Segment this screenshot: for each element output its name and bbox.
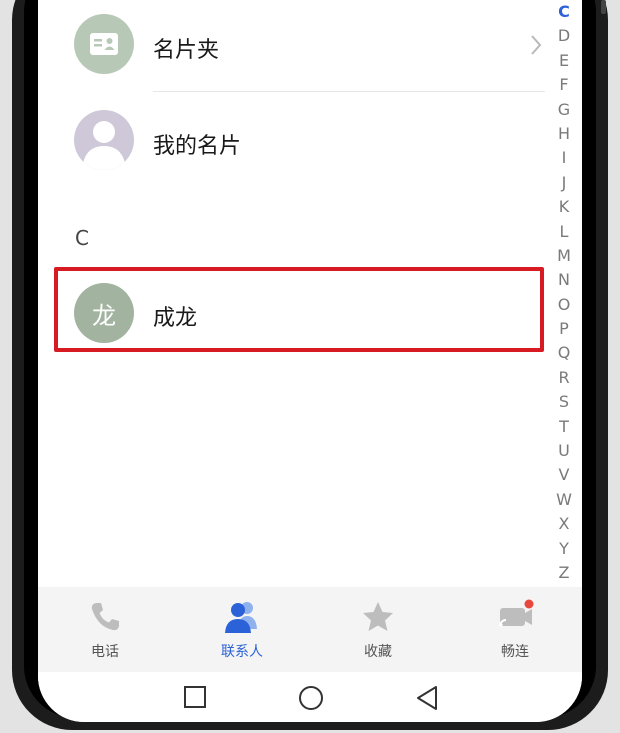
tab-contacts-label: 联系人 xyxy=(221,644,263,660)
index-letter-l[interactable]: L xyxy=(552,220,576,244)
my-card-label: 我的名片 xyxy=(153,134,242,159)
bottom-tab-bar: 电话 联系人 收藏 畅连 xyxy=(38,587,582,672)
back-icon[interactable] xyxy=(415,685,439,711)
index-letter-y[interactable]: Y xyxy=(552,537,576,561)
recent-apps-icon[interactable] xyxy=(183,685,207,709)
tab-favorites-label: 收藏 xyxy=(364,644,392,660)
alphabet-index[interactable]: CDEFGHIJKLMNOPQRSTUVWXYZ xyxy=(552,0,576,585)
contacts-screen: 名片夹 我的名片 C 龙 成龙 CDEFGHIJKLMNOPQRSTUVWXYZ xyxy=(38,0,582,722)
chevron-right-icon xyxy=(531,35,542,55)
index-letter-k[interactable]: K xyxy=(552,195,576,219)
person-silhouette-icon xyxy=(82,121,126,170)
index-letter-m[interactable]: M xyxy=(552,244,576,268)
section-header: C xyxy=(75,226,89,250)
notification-badge xyxy=(524,599,534,609)
index-letter-d[interactable]: D xyxy=(552,24,576,48)
tab-meetime[interactable]: 畅连 xyxy=(470,599,560,661)
index-letter-e[interactable]: E xyxy=(552,49,576,73)
contacts-icon xyxy=(225,602,257,633)
meetime-icon xyxy=(499,599,534,627)
index-letter-q[interactable]: Q xyxy=(552,341,576,365)
index-letter-o[interactable]: O xyxy=(552,293,576,317)
index-letter-r[interactable]: R xyxy=(552,366,576,390)
tab-phone[interactable]: 电话 xyxy=(60,599,150,661)
index-letter-n[interactable]: N xyxy=(552,268,576,292)
tab-contacts[interactable]: 联系人 xyxy=(197,599,287,661)
index-letter-u[interactable]: U xyxy=(552,439,576,463)
index-letter-s[interactable]: S xyxy=(552,390,576,414)
cardholder-label: 名片夹 xyxy=(153,38,220,63)
index-letter-w[interactable]: W xyxy=(552,488,576,512)
index-letter-h[interactable]: H xyxy=(552,122,576,146)
tab-phone-label: 电话 xyxy=(91,644,119,660)
index-letter-c[interactable]: C xyxy=(552,0,576,24)
index-letter-i[interactable]: I xyxy=(552,146,576,170)
phone-icon xyxy=(91,603,119,631)
index-letter-t[interactable]: T xyxy=(552,415,576,439)
my-card-avatar xyxy=(74,110,134,170)
my-card-row[interactable]: 我的名片 xyxy=(38,100,548,180)
highlight-box xyxy=(54,267,544,352)
index-letter-f[interactable]: F xyxy=(552,73,576,97)
home-icon[interactable] xyxy=(298,685,324,711)
tab-favorites[interactable]: 收藏 xyxy=(333,599,423,661)
system-nav-bar xyxy=(38,672,582,722)
phone-side-button xyxy=(601,0,606,14)
business-card-icon xyxy=(90,33,118,55)
index-letter-g[interactable]: G xyxy=(552,98,576,122)
star-icon xyxy=(363,602,393,631)
index-letter-v[interactable]: V xyxy=(552,463,576,487)
cardholder-avatar xyxy=(74,14,134,74)
index-letter-x[interactable]: X xyxy=(552,512,576,536)
tab-meetime-label: 畅连 xyxy=(501,644,529,660)
index-letter-j[interactable]: J xyxy=(552,171,576,195)
cardholder-row[interactable]: 名片夹 xyxy=(38,4,548,84)
list-divider xyxy=(153,91,545,92)
index-letter-z[interactable]: Z xyxy=(552,561,576,585)
index-letter-p[interactable]: P xyxy=(552,317,576,341)
